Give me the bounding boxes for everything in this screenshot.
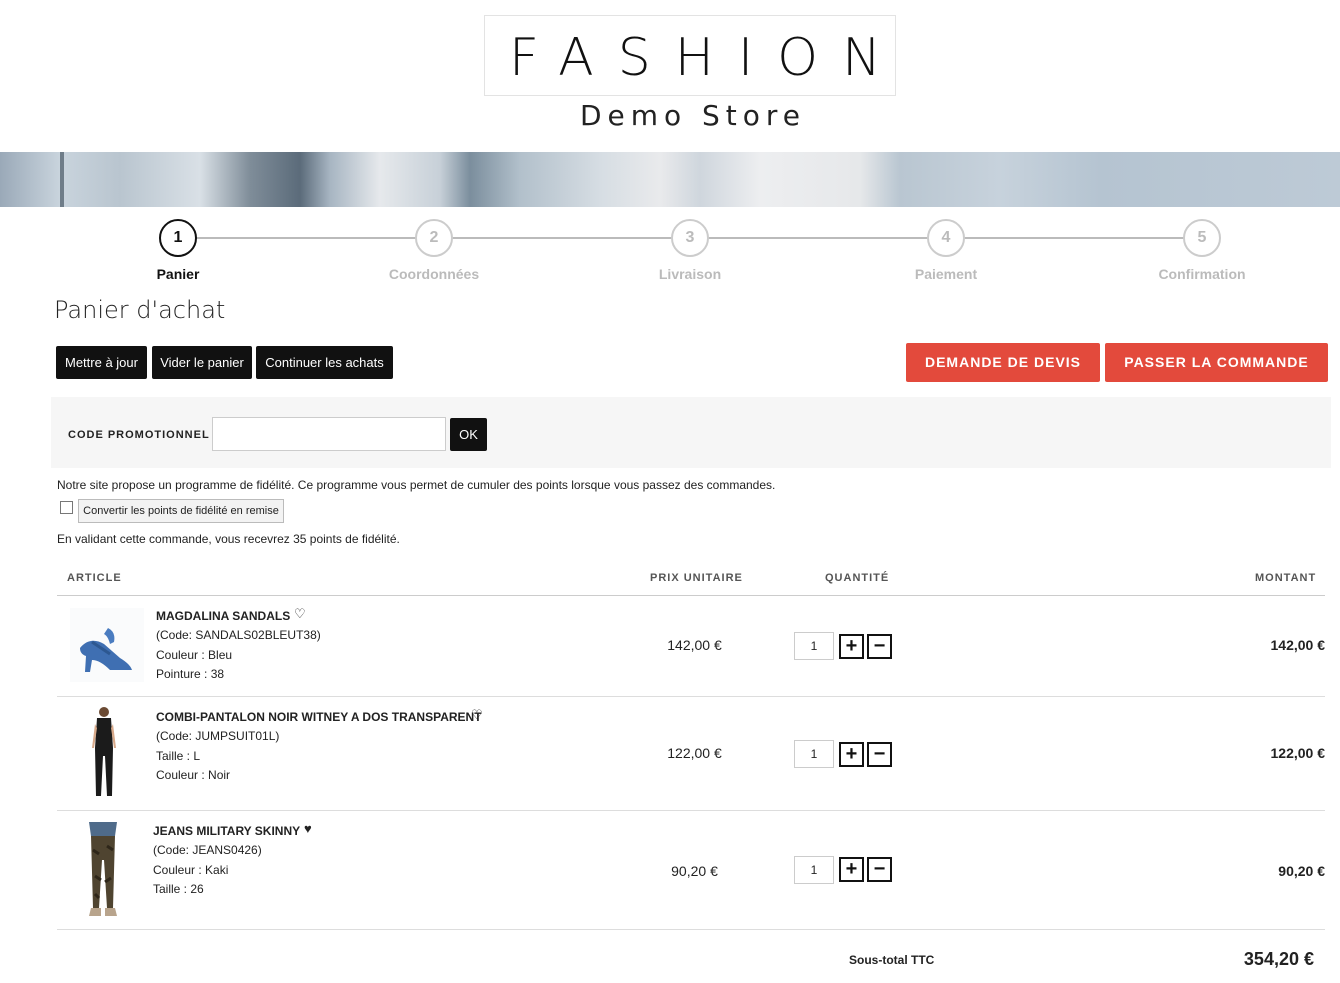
cart-row: COMBI-PANTALON NOIR WITNEY A DOS TRANSPA… xyxy=(57,697,1325,810)
product-attribute: Couleur : Kaki xyxy=(153,862,229,877)
unit-price: 122,00 € xyxy=(667,745,722,761)
line-amount: 122,00 € xyxy=(1270,745,1326,761)
step-label: Livraison xyxy=(658,266,722,282)
step-coordonnees: 2 Coordonnées xyxy=(374,219,494,282)
product-image-jumpsuit[interactable] xyxy=(84,704,124,802)
quantity-input[interactable]: 1 xyxy=(794,632,834,660)
product-image-jeans[interactable] xyxy=(79,820,127,920)
line-amount: 142,00 € xyxy=(1270,637,1326,653)
step-confirmation: 5 Confirmation xyxy=(1142,219,1262,282)
loyalty-checkbox[interactable] xyxy=(60,501,73,514)
header-amount: MONTANT xyxy=(1255,572,1317,584)
loyalty-points-note: En validant cette commande, vous recevre… xyxy=(57,532,400,546)
step-label: Coordonnées xyxy=(388,266,480,282)
step-number: 5 xyxy=(1183,219,1221,257)
step-label: Paiement xyxy=(914,266,978,282)
header-article: ARTICLE xyxy=(67,572,122,584)
plus-icon[interactable]: + xyxy=(839,742,864,767)
header-unit-price: PRIX UNITAIRE xyxy=(650,572,743,584)
product-attribute: Couleur : Noir xyxy=(156,768,231,782)
product-code: (Code: SANDALS02BLEUT38) xyxy=(156,628,321,642)
minus-icon[interactable]: − xyxy=(867,857,892,882)
promo-code-label: CODE PROMOTIONNEL : xyxy=(68,429,219,441)
promo-code-section: CODE PROMOTIONNEL : OK xyxy=(51,397,1331,468)
plus-icon[interactable]: + xyxy=(839,634,864,659)
place-order-button[interactable]: PASSER LA COMMANDE xyxy=(1105,343,1328,382)
quantity-input[interactable]: 1 xyxy=(794,856,834,884)
promo-ok-button[interactable]: OK xyxy=(450,418,487,451)
product-image-sandals[interactable] xyxy=(70,608,144,682)
product-details: (Code: JUMPSUIT01L) Taille : L Couleur :… xyxy=(156,727,279,786)
heart-outline-icon[interactable]: ♡ xyxy=(294,606,306,622)
step-panier: 1 Panier xyxy=(118,219,238,282)
line-amount: 90,20 € xyxy=(1278,863,1325,879)
logo-subtitle: Demo Store xyxy=(579,99,807,132)
logo-title: FASHION xyxy=(509,28,905,88)
promo-code-input[interactable] xyxy=(212,417,446,451)
product-name[interactable]: JEANS MILITARY SKINNY xyxy=(153,824,300,838)
heart-filled-icon[interactable]: ♥ xyxy=(304,821,312,836)
step-number: 2 xyxy=(415,219,453,257)
convert-points-button[interactable]: Convertir les points de fidélité en remi… xyxy=(78,499,284,523)
product-attribute: Taille : 26 xyxy=(153,882,204,896)
product-name[interactable]: COMBI-PANTALON NOIR WITNEY A DOS TRANSPA… xyxy=(156,710,482,724)
step-number: 4 xyxy=(927,219,965,257)
product-attribute: Couleur : Bleu xyxy=(156,647,233,662)
unit-price: 90,20 € xyxy=(671,863,718,879)
header-quantity: QUANTITÉ xyxy=(825,572,890,584)
page-title: Panier d'achat xyxy=(54,296,226,324)
table-divider xyxy=(57,929,1325,930)
minus-icon[interactable]: − xyxy=(867,742,892,767)
unit-price: 142,00 € xyxy=(667,637,722,653)
step-number: 3 xyxy=(671,219,709,257)
continue-shopping-button[interactable]: Continuer les achats xyxy=(256,346,393,379)
step-paiement: 4 Paiement xyxy=(886,219,1006,282)
cart-row: JEANS MILITARY SKINNY ♥ (Code: JEANS0426… xyxy=(57,811,1325,929)
product-details: (Code: SANDALS02BLEUT38) Couleur : Bleu … xyxy=(156,626,321,685)
minus-icon[interactable]: − xyxy=(867,634,892,659)
loyalty-intro: Notre site propose un programme de fidél… xyxy=(57,478,776,492)
product-code: (Code: JEANS0426) xyxy=(153,843,262,857)
header-banner-image xyxy=(0,152,1340,207)
plus-icon[interactable]: + xyxy=(839,857,864,882)
step-number: 1 xyxy=(159,219,197,257)
subtotal-label: Sous-total TTC xyxy=(849,953,935,967)
empty-cart-button[interactable]: Vider le panier xyxy=(152,346,252,379)
product-name[interactable]: MAGDALINA SANDALS xyxy=(156,609,290,623)
update-cart-button[interactable]: Mettre à jour xyxy=(56,346,147,379)
product-code: (Code: JUMPSUIT01L) xyxy=(156,729,280,743)
product-details: (Code: JEANS0426) Couleur : Kaki Taille … xyxy=(153,841,262,900)
step-label: Panier xyxy=(156,266,200,282)
subtotal-value: 354,20 € xyxy=(1243,949,1314,969)
product-attribute: Pointure : 38 xyxy=(156,667,225,681)
cart-row: MAGDALINA SANDALS ♡ (Code: SANDALS02BLEU… xyxy=(57,596,1325,696)
step-label: Confirmation xyxy=(1158,266,1246,282)
step-livraison: 3 Livraison xyxy=(630,219,750,282)
product-attribute: Taille : L xyxy=(156,748,201,763)
store-logo[interactable]: FASHION xyxy=(484,15,896,96)
heart-outline-icon[interactable]: ♡ xyxy=(471,707,483,723)
request-quote-button[interactable]: DEMANDE DE DEVIS xyxy=(906,343,1100,382)
quantity-input[interactable]: 1 xyxy=(794,740,834,768)
